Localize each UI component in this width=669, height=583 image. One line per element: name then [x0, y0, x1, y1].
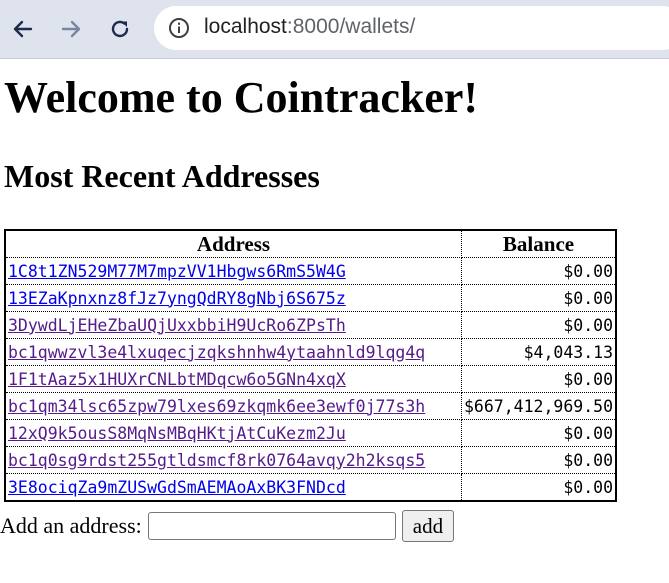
address-bar[interactable]: localhost:8000/wallets/: [154, 6, 669, 50]
address-cell: bc1q0sg9rdst255gtldsmcf8rk0764avqy2h2ksq…: [6, 447, 462, 474]
add-button[interactable]: add: [401, 510, 455, 542]
table-row: bc1qwwzvl3e4lxuqecjzqkshnhw4ytaahnld9lqg…: [6, 339, 616, 366]
address-cell: bc1qm34lsc65zpw79lxes69zkqmk6ee3ewf0j77s…: [6, 393, 462, 420]
table-row: 13EZaKpnxnz8fJz7yngQdRY8gNbj6S675z $0.00: [6, 285, 616, 312]
balance-column-header: Balance: [462, 231, 616, 258]
url-path: :8000/wallets/: [286, 15, 416, 38]
addresses-table: Address Balance 1C8t1ZN529M77M7mpzVV1Hbg…: [4, 229, 618, 502]
forward-button[interactable]: [53, 11, 89, 47]
address-link[interactable]: bc1q0sg9rdst255gtldsmcf8rk0764avqy2h2ksq…: [8, 451, 425, 470]
arrow-right-icon: [61, 20, 81, 38]
address-link[interactable]: 1C8t1ZN529M77M7mpzVV1Hbgws6RmS5W4G: [8, 262, 346, 281]
address-cell: 13EZaKpnxnz8fJz7yngQdRY8gNbj6S675z: [6, 285, 462, 312]
address-cell: 1F1tAaz5x1HUXrCNLbtMDqcw6o5GNn4xqX: [6, 366, 462, 393]
balance-cell: $0.00: [462, 285, 616, 312]
address-link[interactable]: 13EZaKpnxnz8fJz7yngQdRY8gNbj6S675z: [8, 289, 346, 308]
add-address-label: Add an address:: [0, 513, 142, 538]
reload-icon: [111, 20, 129, 38]
address-link[interactable]: 1F1tAaz5x1HUXrCNLbtMDqcw6o5GNn4xqX: [8, 370, 346, 389]
address-cell: 3E8ociqZa9mZUSwGdSmAEMAoAxBK3FNDcd: [6, 474, 462, 500]
address-link[interactable]: bc1qm34lsc65zpw79lxes69zkqmk6ee3ewf0j77s…: [8, 397, 425, 416]
table-row: 1F1tAaz5x1HUXrCNLbtMDqcw6o5GNn4xqX $0.00: [6, 366, 616, 393]
address-cell: 12xQ9k5ousS8MqNsMBqHKtjAtCuKezm2Ju: [6, 420, 462, 447]
address-cell: 1C8t1ZN529M77M7mpzVV1Hbgws6RmS5W4G: [6, 258, 462, 285]
table-body: 1C8t1ZN529M77M7mpzVV1Hbgws6RmS5W4G $0.00 1…: [6, 258, 616, 500]
add-address-form: Add an address: add: [0, 509, 455, 543]
address-cell: bc1qwwzvl3e4lxuqecjzqkshnhw4ytaahnld9lqg…: [6, 339, 462, 366]
address-link[interactable]: 3DywdLjEHeZbaUQjUxxbbiH9UcRo6ZPsTh: [8, 316, 346, 335]
address-cell: 3DywdLjEHeZbaUQjUxxbbiH9UcRo6ZPsTh: [6, 312, 462, 339]
table-row: bc1q0sg9rdst255gtldsmcf8rk0764avqy2h2ksq…: [6, 447, 616, 474]
table-row: bc1qm34lsc65zpw79lxes69zkqmk6ee3ewf0j77s…: [6, 393, 616, 420]
balance-cell: $0.00: [462, 258, 616, 285]
address-column-header: Address: [6, 231, 462, 258]
arrow-left-icon: [13, 20, 33, 38]
url-host: localhost: [204, 15, 287, 38]
balance-cell: $0.00: [462, 420, 616, 447]
address-input[interactable]: [147, 512, 396, 540]
table-row: 1C8t1ZN529M77M7mpzVV1Hbgws6RmS5W4G $0.00: [6, 258, 616, 285]
url-text[interactable]: localhost:8000/wallets/: [204, 15, 415, 39]
balance-cell: $0.00: [462, 312, 616, 339]
table-row: 12xQ9k5ousS8MqNsMBqHKtjAtCuKezm2Ju $0.00: [6, 420, 616, 447]
address-link[interactable]: 12xQ9k5ousS8MqNsMBqHKtjAtCuKezm2Ju: [8, 424, 346, 443]
balance-cell: $0.00: [563, 477, 614, 497]
page-title: Welcome to Cointracker!: [4, 73, 479, 122]
balance-cell: $667,412,969.50: [462, 393, 616, 420]
table-row: 3DywdLjEHeZbaUQjUxxbbiH9UcRo6ZPsTh $0.00: [6, 312, 616, 339]
info-icon[interactable]: [168, 17, 190, 39]
balance-cell: $0.00: [462, 366, 616, 393]
table-header-row: Address Balance: [6, 231, 616, 258]
address-link[interactable]: 3E8ociqZa9mZUSwGdSmAEMAoAxBK3FNDcd: [8, 478, 346, 497]
section-heading: Most Recent Addresses: [4, 158, 320, 194]
browser-toolbar: localhost:8000/wallets/: [0, 0, 669, 59]
back-button[interactable]: [5, 11, 41, 47]
balance-cell: $0.00: [462, 447, 616, 474]
table-row: 3E8ociqZa9mZUSwGdSmAEMAoAxBK3FNDcd $0.00: [6, 474, 615, 500]
address-link[interactable]: bc1qwwzvl3e4lxuqecjzqkshnhw4ytaahnld9lqg…: [8, 343, 425, 362]
balance-cell: $4,043.13: [462, 339, 616, 366]
reload-button[interactable]: [102, 11, 138, 47]
